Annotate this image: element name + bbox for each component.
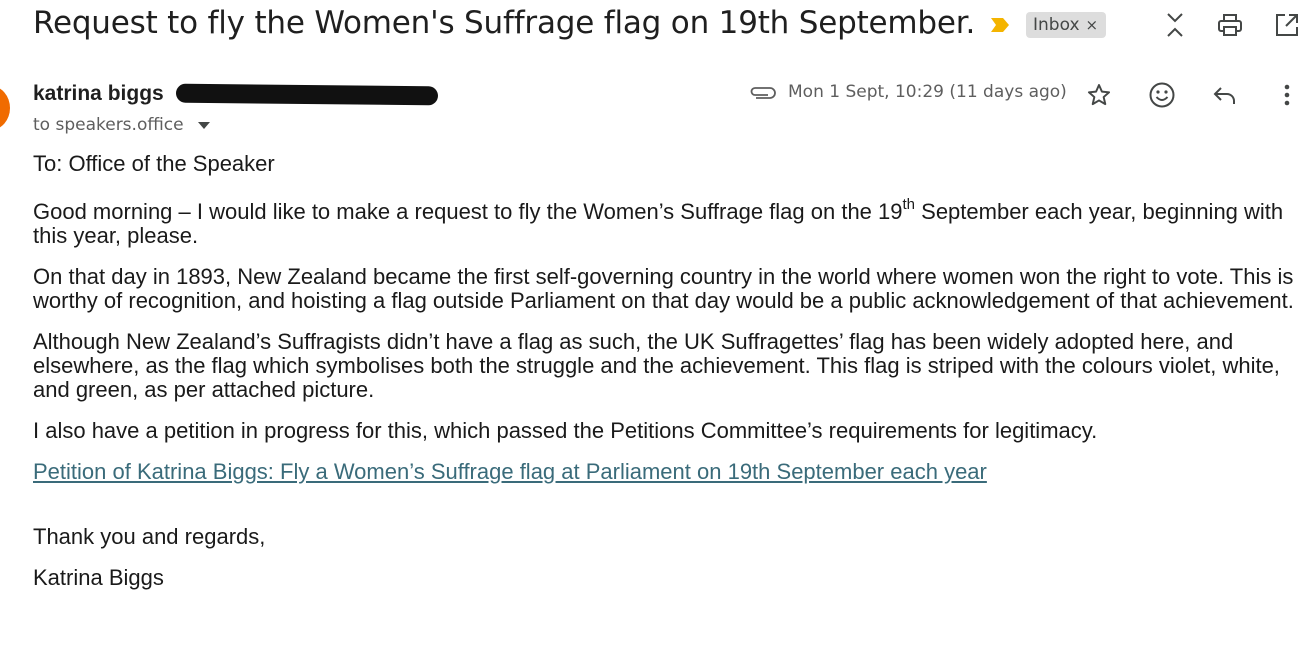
message-timestamp: Mon 1 Sept, 10:29 (11 days ago)	[788, 82, 1067, 102]
paragraph-1-text-start: Good morning – I would like to make a re…	[33, 199, 903, 224]
caret-down-icon	[197, 121, 210, 129]
email-subject: Request to fly the Women's Suffrage flag…	[33, 5, 976, 41]
body-paragraph-2: On that day in 1893, New Zealand became …	[33, 264, 1294, 313]
open-in-new-window-icon[interactable]	[1274, 11, 1300, 39]
petition-link-paragraph: Petition of Katrina Biggs: Fly a Women’s…	[33, 460, 1298, 484]
recipient-details-toggle[interactable]: to speakers.office	[33, 115, 210, 135]
recipient-text: to speakers.office	[33, 115, 184, 135]
paragraph-1-superscript: th	[902, 195, 916, 213]
redacted-email-address	[175, 83, 439, 106]
petition-link[interactable]: Petition of Katrina Biggs: Fly a Women’s…	[33, 459, 987, 484]
label-chip-text: Inbox	[1033, 15, 1080, 35]
print-icon[interactable]	[1217, 11, 1243, 39]
body-paragraph-4: I also have a petition in progress for t…	[33, 418, 1098, 443]
inbox-label-chip[interactable]: Inbox ×	[1026, 12, 1107, 38]
message-body: To: Office of the Speaker Good morning –…	[33, 152, 1298, 590]
emoji-reaction-icon[interactable]	[1147, 80, 1177, 110]
body-paragraph-3: Although New Zealand’s Suffragists didn’…	[33, 329, 1280, 402]
reply-icon[interactable]	[1210, 80, 1240, 110]
message-meta: Mon 1 Sept, 10:29 (11 days ago)	[748, 82, 1067, 102]
more-options-icon[interactable]	[1272, 80, 1302, 110]
body-paragraph-1: Good morning – I would like to make a re…	[33, 197, 1298, 248]
attachment-icon	[750, 87, 776, 99]
body-to-line: To: Office of the Speaker	[33, 151, 275, 176]
importance-marker-icon[interactable]	[990, 17, 1010, 33]
expand-collapse-icon[interactable]	[1162, 11, 1188, 39]
sender-avatar[interactable]	[0, 86, 10, 130]
email-view: Request to fly the Women's Suffrage flag…	[0, 0, 1312, 647]
body-signature: Katrina Biggs	[33, 565, 164, 590]
body-closing: Thank you and regards,	[33, 524, 266, 549]
sender-name: katrina biggs	[33, 82, 164, 105]
remove-label-icon[interactable]: ×	[1086, 16, 1099, 34]
star-icon[interactable]	[1084, 80, 1114, 110]
